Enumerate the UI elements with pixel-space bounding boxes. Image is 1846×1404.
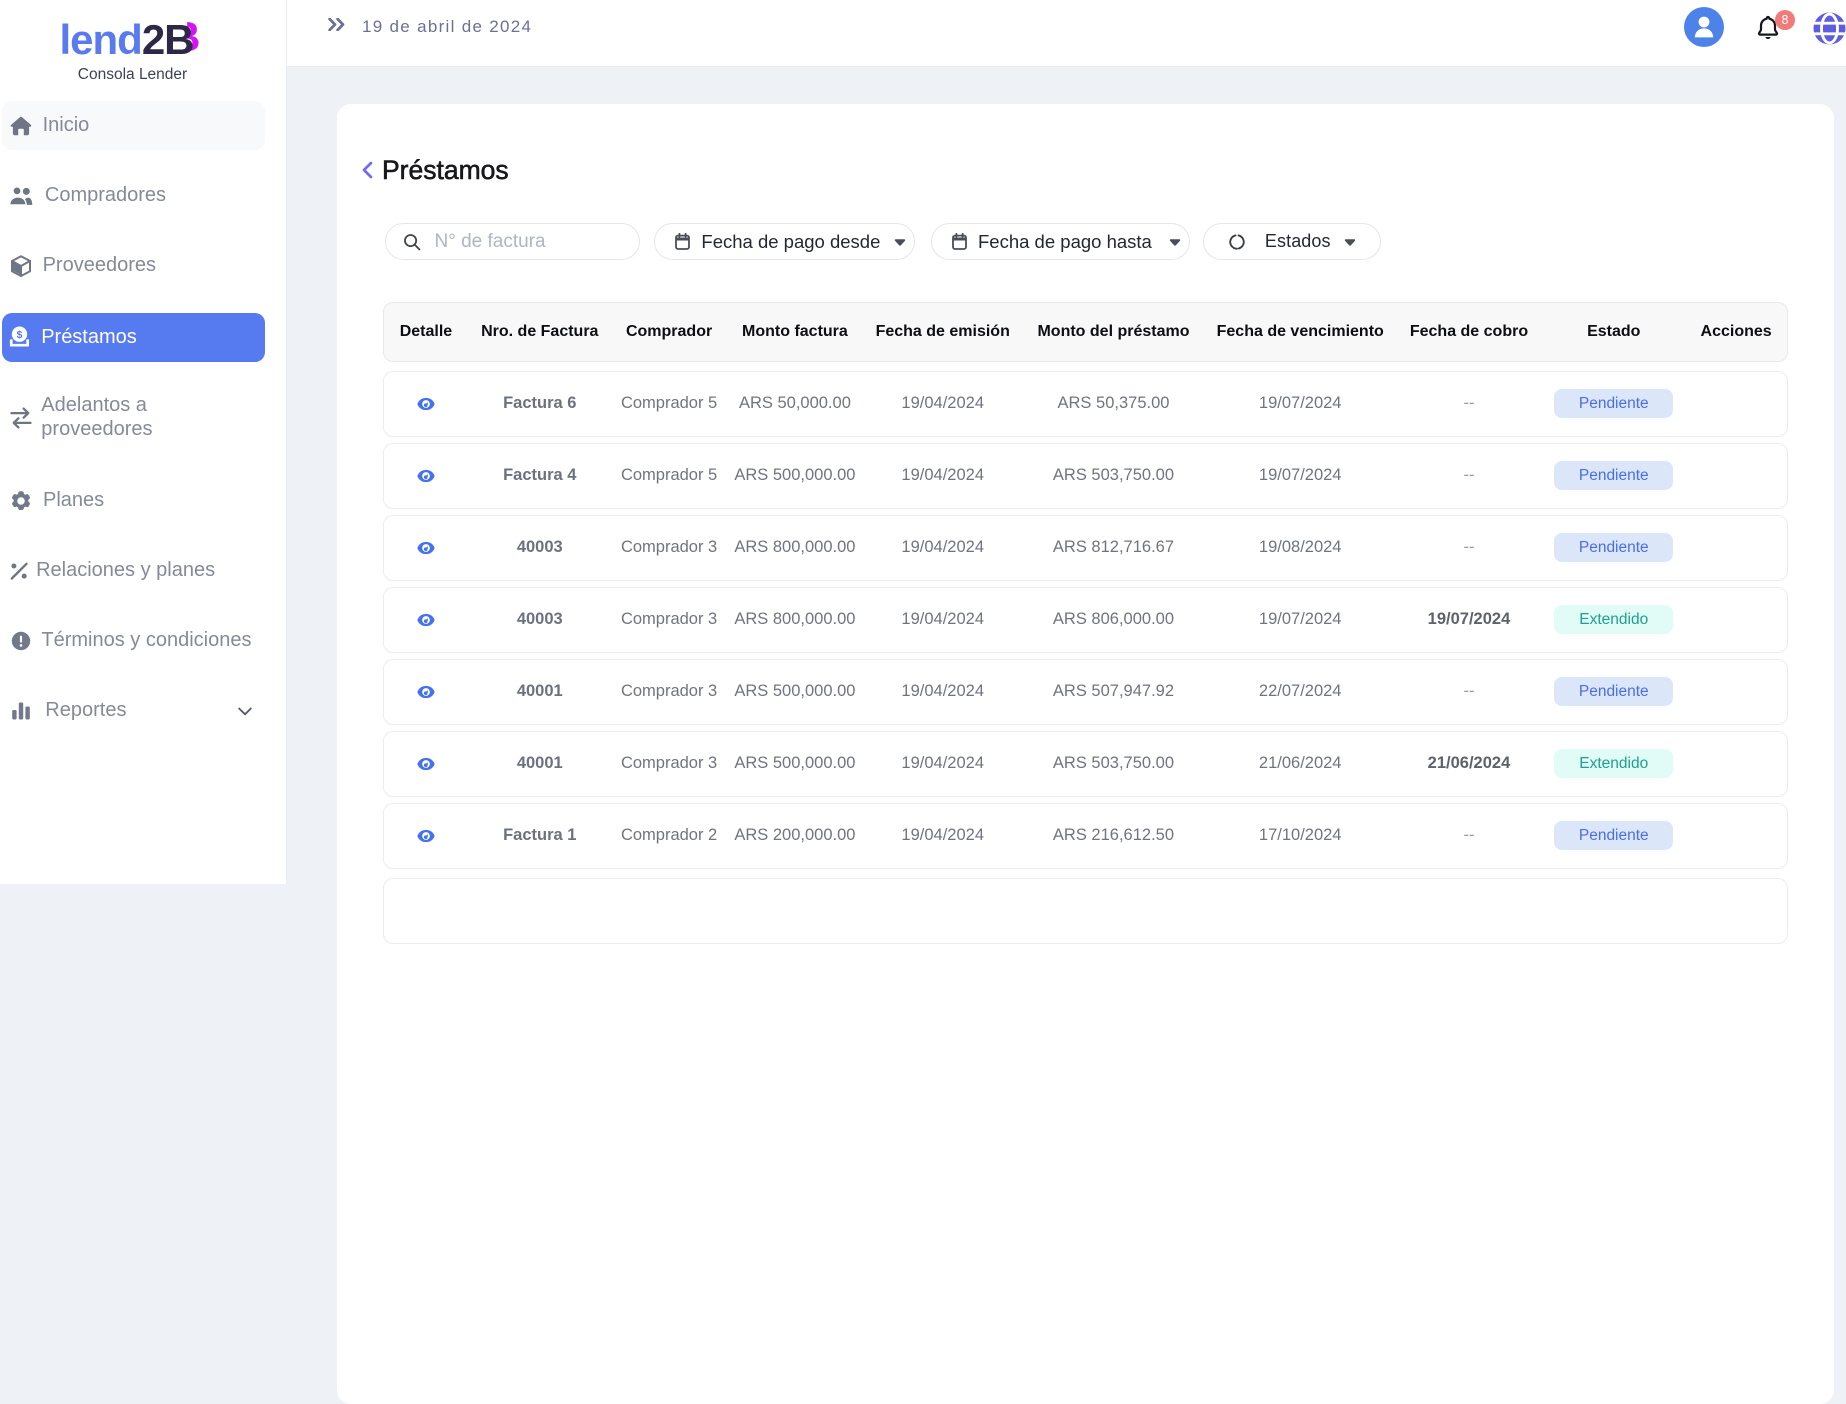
svg-text:$: $ [17, 328, 23, 340]
